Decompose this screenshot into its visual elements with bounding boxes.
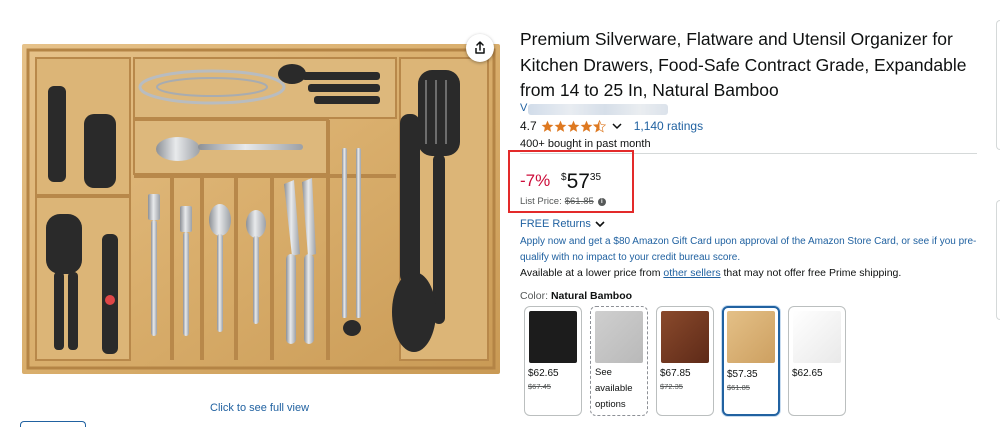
list-price-label: List Price: xyxy=(520,196,562,207)
rating-row: 4.7 1,140 ratings xyxy=(520,119,703,133)
color-swatch-black[interactable]: $62.65 $67.45 xyxy=(524,306,582,416)
color-swatch-brown[interactable]: $67.85 $72.35 xyxy=(656,306,714,416)
ratings-count-link[interactable]: 1,140 ratings xyxy=(634,119,703,133)
star-full-icon xyxy=(554,120,567,132)
price-symbol: $ xyxy=(561,172,567,183)
store-card-offer-link[interactable]: Apply now and get a $80 Amazon Gift Card… xyxy=(520,234,982,266)
star-half-icon xyxy=(592,119,606,133)
color-swatch-gray[interactable]: See available options xyxy=(590,306,648,416)
star-full-icon xyxy=(567,120,580,132)
star-full-icon xyxy=(580,120,593,132)
free-returns-link[interactable]: FREE Returns xyxy=(520,218,606,230)
lower-suffix: that may not offer free Prime shipping. xyxy=(720,267,902,279)
chevron-down-icon[interactable] xyxy=(612,122,622,130)
swatch-price: $62.65 xyxy=(528,368,559,379)
free-returns-label: FREE Returns xyxy=(520,218,591,230)
blurred-brand-name xyxy=(528,104,668,115)
swatch-price: $62.65 xyxy=(792,368,823,379)
star-full-icon xyxy=(541,120,554,132)
current-price: $5735 xyxy=(561,170,601,194)
list-price: List Price: $61.85 i xyxy=(520,196,606,207)
buy-box-edge xyxy=(996,20,1000,150)
see-available-options: See available options xyxy=(595,367,633,410)
buy-box-edge xyxy=(996,200,1000,320)
swatch-thumbnail xyxy=(595,311,643,363)
brand-store-link[interactable]: V xyxy=(520,102,670,116)
color-swatch-natural-bamboo[interactable]: $57.35 $61.85 xyxy=(722,306,780,416)
swatch-thumbnail xyxy=(793,311,841,363)
product-title: Premium Silverware, Flatware and Utensil… xyxy=(520,29,967,100)
share-button[interactable] xyxy=(466,34,494,62)
see-full-view-link[interactable]: Click to see full view xyxy=(210,402,309,414)
discount-percent: -7% xyxy=(520,171,551,190)
selected-color-name: Natural Bamboo xyxy=(550,290,633,302)
color-label: Color: Natural Bamboo xyxy=(520,290,632,302)
color-swatch-white[interactable]: $62.65 xyxy=(788,306,846,416)
swatch-thumbnail xyxy=(661,311,709,363)
thumbnail-tab[interactable] xyxy=(20,421,86,427)
swatch-thumbnail xyxy=(529,311,577,363)
lower-price-notice: Available at a lower price from other se… xyxy=(520,267,901,279)
swatch-price: $67.85 xyxy=(660,368,691,379)
swatch-thumbnail xyxy=(727,311,775,363)
chevron-down-icon xyxy=(595,221,605,228)
star-rating[interactable] xyxy=(541,119,606,133)
other-sellers-link[interactable]: other sellers xyxy=(663,267,720,279)
share-icon xyxy=(475,41,485,54)
swatch-list-price: $72.35 xyxy=(660,382,683,391)
product-main-image[interactable] xyxy=(22,44,500,374)
rating-value: 4.7 xyxy=(520,119,537,133)
bought-in-past-month: 400+ bought in past month xyxy=(520,138,651,150)
swatch-price: $57.35 xyxy=(727,369,758,380)
swatch-list-price: $67.45 xyxy=(528,382,551,391)
price-fraction: 35 xyxy=(589,172,602,183)
price-whole: 57 xyxy=(566,170,590,193)
list-price-value: $61.85 xyxy=(564,196,594,207)
lower-prefix: Available at a lower price from xyxy=(520,267,664,279)
swatch-list-price: $61.85 xyxy=(727,383,750,392)
brand-prefix: V xyxy=(520,102,528,114)
info-icon[interactable]: i xyxy=(597,197,606,206)
drawer-organizer-image xyxy=(22,44,500,374)
color-label-prefix: Color: xyxy=(520,290,551,302)
